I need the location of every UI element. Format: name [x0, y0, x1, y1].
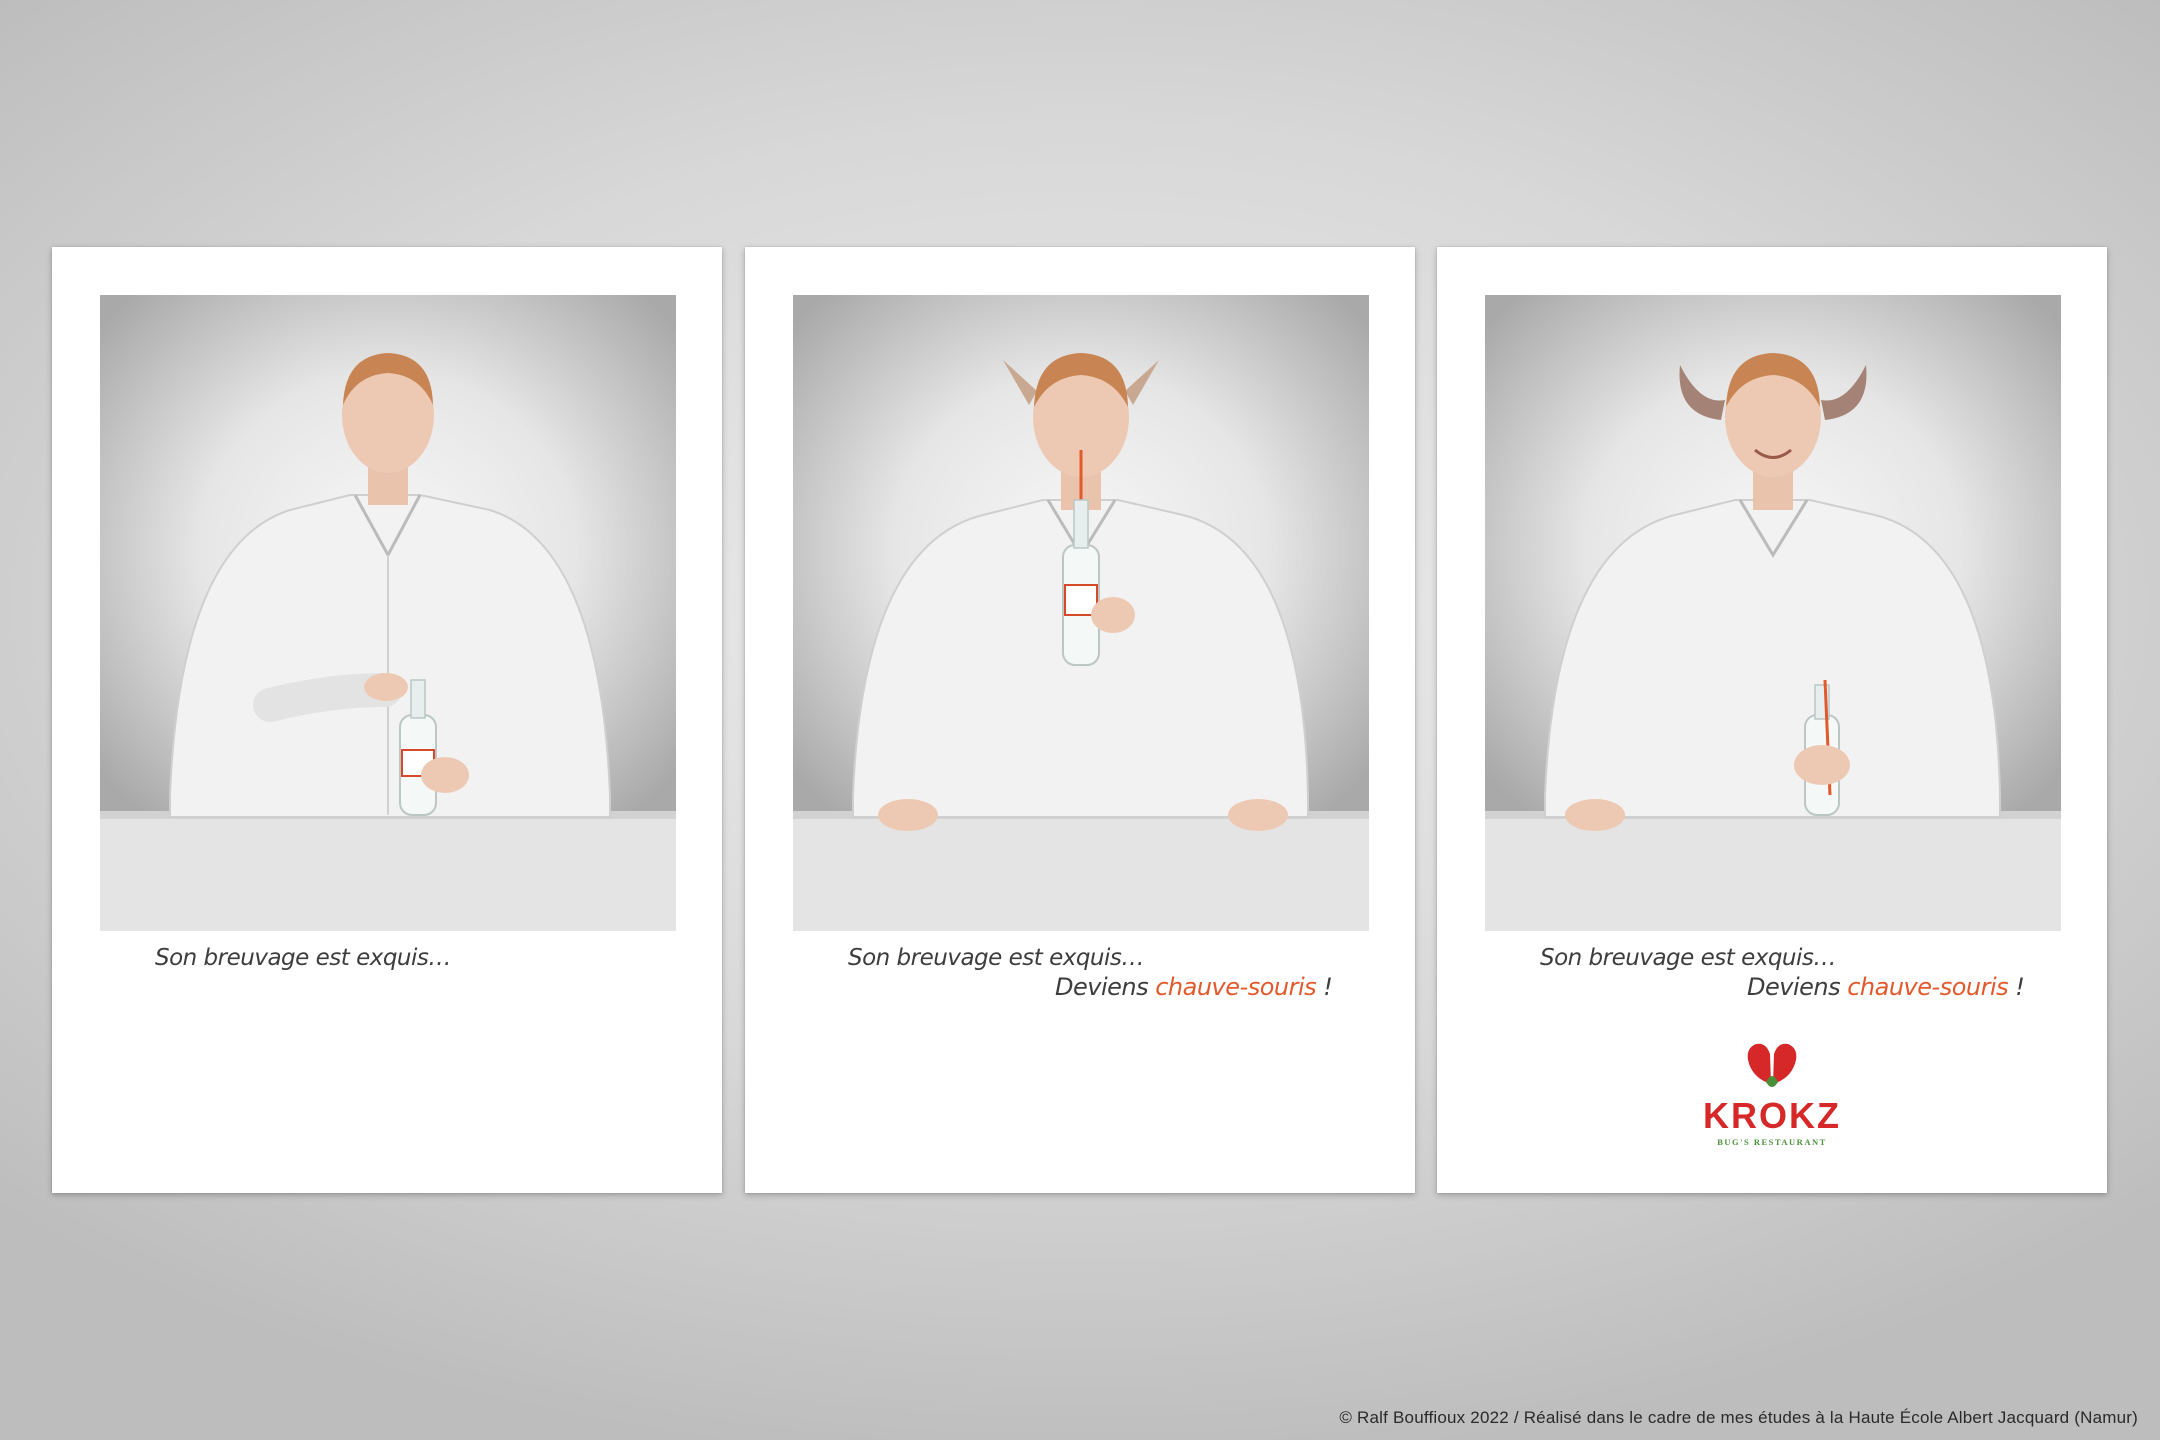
caption-accent-word: chauve-souris — [1155, 973, 1317, 1001]
brand-tagline: BUG'S RESTAURANT — [1717, 1137, 1827, 1147]
caption-line-2-suffix: ! — [1316, 973, 1333, 1001]
copyright-footer: © Ralf Bouffioux 2022 / Réalisé dans le … — [1339, 1408, 2138, 1427]
poster-2: Son breuvage est exquis… Deviens chauve-… — [745, 247, 1415, 1193]
photo-smiling-bat-ears — [1485, 295, 2061, 931]
photo-drinking — [793, 295, 1369, 931]
caption-line-2-prefix: Deviens — [1055, 973, 1156, 1001]
poster-1: Son breuvage est exquis… — [52, 247, 722, 1193]
bug-leaf-logo-icon — [1747, 1043, 1797, 1087]
photo-illustration — [100, 353, 676, 931]
photo-illustration — [793, 353, 1369, 931]
caption-line-1: Son breuvage est exquis… — [155, 945, 451, 971]
caption-line-2: Deviens chauve-souris ! — [1055, 973, 1333, 1001]
caption-accent-word: chauve-souris — [1847, 973, 2009, 1001]
caption-line-2: Deviens chauve-souris ! — [1747, 973, 2025, 1001]
caption-line-1: Son breuvage est exquis… — [848, 945, 1144, 971]
caption-line-2-prefix: Deviens — [1747, 973, 1848, 1001]
brand-name: KROKZ — [1703, 1095, 1841, 1136]
poster-3: Son breuvage est exquis… Deviens chauve-… — [1437, 247, 2107, 1193]
photo-opening-bottle — [100, 295, 676, 931]
krokz-logo: KROKZ BUG'S RESTAURANT — [1702, 1040, 1842, 1147]
caption-line-2-suffix: ! — [2008, 973, 2025, 1001]
photo-illustration — [1485, 353, 2061, 931]
caption-line-1: Son breuvage est exquis… — [1540, 945, 1836, 971]
